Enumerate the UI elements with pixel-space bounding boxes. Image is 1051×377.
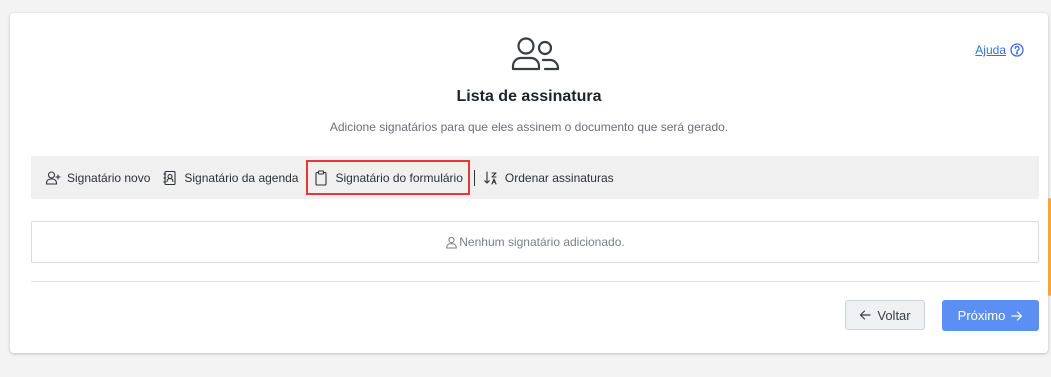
arrow-right-icon bbox=[1011, 310, 1023, 321]
page-subtitle: Adicione signatários para que eles assin… bbox=[329, 120, 729, 134]
clipboard-icon bbox=[315, 169, 328, 186]
footer-divider bbox=[31, 281, 1039, 282]
help-link[interactable]: Ajuda bbox=[975, 43, 1006, 57]
user-icon bbox=[446, 236, 457, 248]
page-title: Lista de assinatura bbox=[456, 88, 602, 105]
back-label: Voltar bbox=[877, 307, 911, 323]
empty-message: Nenhum signatário adicionado. bbox=[459, 235, 625, 249]
signers-empty-state: Nenhum signatário adicionado. bbox=[31, 221, 1039, 263]
agenda-signer-label: Signatário da agenda bbox=[184, 170, 299, 185]
toolbar-separator bbox=[473, 169, 475, 186]
form-signer-button[interactable]: Signatário do formulário bbox=[306, 160, 470, 195]
signers-toolbar: Signatário novo Signatário da agenda Sig… bbox=[31, 156, 1039, 199]
arrow-left-icon bbox=[860, 310, 871, 320]
signature-list-card: Ajuda Lista de assinatura Adicione signa… bbox=[10, 13, 1048, 353]
sort-icon bbox=[484, 170, 497, 185]
user-plus-icon bbox=[45, 170, 61, 185]
question-circle-icon[interactable] bbox=[1010, 43, 1024, 57]
order-signatures-button[interactable]: Ordenar assinaturas bbox=[483, 166, 614, 190]
new-signer-button[interactable]: Signatário novo bbox=[45, 166, 150, 190]
help-link-group[interactable]: Ajuda bbox=[975, 43, 1024, 57]
agenda-signer-button[interactable]: Signatário da agenda bbox=[162, 166, 298, 190]
users-icon bbox=[511, 37, 560, 71]
contact-book-icon bbox=[163, 170, 176, 185]
next-label: Próximo bbox=[957, 308, 1006, 323]
back-button[interactable]: Voltar bbox=[845, 300, 925, 330]
new-signer-label: Signatário novo bbox=[67, 170, 151, 185]
next-button[interactable]: Próximo bbox=[942, 300, 1039, 331]
order-signatures-label: Ordenar assinaturas bbox=[504, 170, 614, 185]
form-signer-label: Signatário do formulário bbox=[335, 170, 463, 185]
